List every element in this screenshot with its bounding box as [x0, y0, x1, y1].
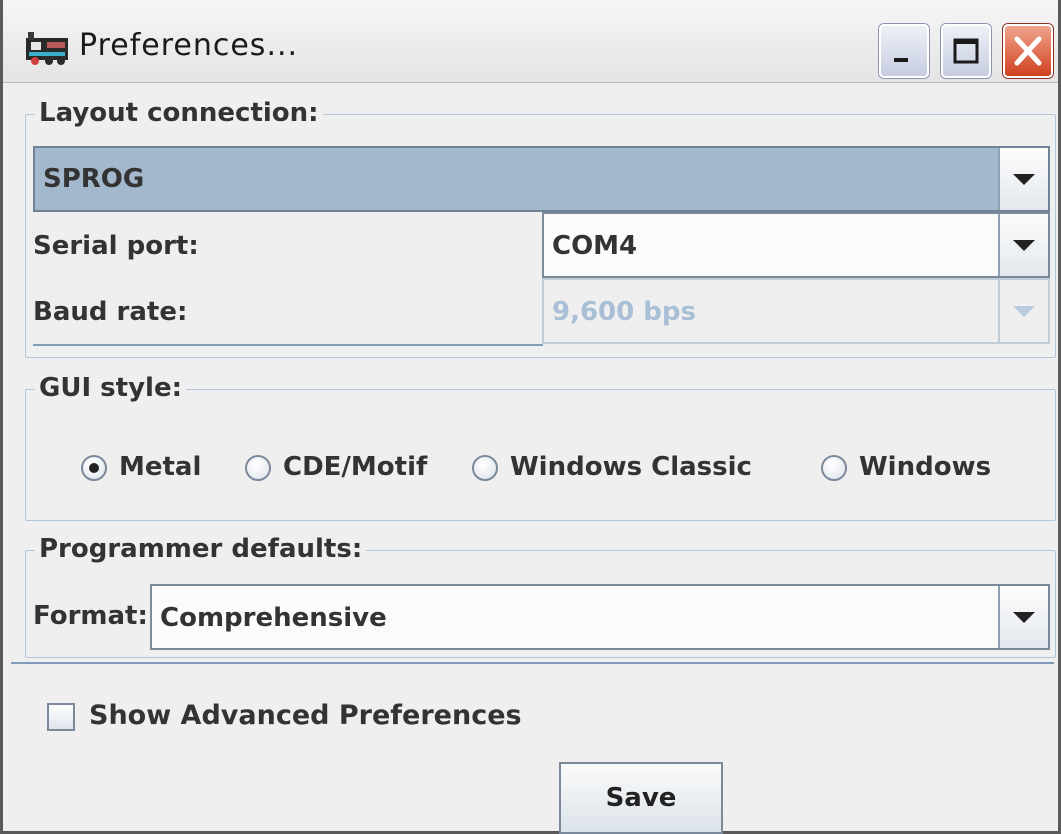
radio-button-icon[interactable] [472, 455, 498, 481]
radio-windows-classic-label: Windows Classic [510, 452, 752, 482]
radio-windows-label: Windows [859, 452, 992, 482]
show-advanced-checkbox[interactable] [47, 703, 75, 731]
section-divider [11, 662, 1054, 664]
minimize-icon [894, 58, 908, 62]
serial-port-select[interactable]: COM4 [542, 212, 1050, 278]
format-value: Comprehensive [160, 603, 387, 633]
train-app-icon [26, 32, 68, 65]
radio-button-icon[interactable] [81, 455, 107, 481]
connection-type-select[interactable]: SPROG [33, 146, 1050, 212]
title-bar[interactable]: Preferences... [3, 0, 1058, 83]
close-icon [1014, 36, 1042, 66]
connection-type-dropdown-button[interactable] [998, 148, 1048, 210]
connection-separator [33, 344, 543, 346]
chevron-down-icon [1013, 306, 1035, 317]
maximize-icon [953, 38, 979, 64]
radio-cde-motif-label: CDE/Motif [283, 452, 428, 482]
connection-type-value: SPROG [43, 164, 145, 194]
show-advanced-label[interactable]: Show Advanced Preferences [89, 700, 522, 731]
serial-port-dropdown-button[interactable] [998, 214, 1048, 276]
baud-rate-label: Baud rate: [33, 297, 188, 327]
format-label: Format: [33, 601, 148, 631]
programmer-defaults-legend: Programmer defaults: [35, 534, 367, 564]
baud-rate-select: 9,600 bps [542, 278, 1050, 344]
baud-rate-dropdown-button [998, 280, 1048, 342]
format-select[interactable]: Comprehensive [150, 584, 1050, 650]
save-button[interactable]: Save [559, 762, 723, 834]
chevron-down-icon [1013, 612, 1035, 623]
gui-style-legend: GUI style: [35, 373, 186, 403]
radio-button-icon[interactable] [821, 455, 847, 481]
baud-rate-value: 9,600 bps [552, 297, 696, 327]
window-title: Preferences... [79, 28, 299, 63]
serial-port-value: COM4 [552, 231, 638, 261]
radio-button-icon[interactable] [245, 455, 271, 481]
close-button[interactable] [1003, 24, 1053, 78]
chevron-down-icon [1013, 174, 1035, 185]
maximize-button[interactable] [941, 24, 991, 78]
format-dropdown-button[interactable] [998, 586, 1048, 648]
radio-metal-label: Metal [119, 452, 202, 482]
serial-port-label: Serial port: [33, 231, 199, 261]
chevron-down-icon [1013, 240, 1035, 251]
preferences-window: Preferences... Layout connection: SPROG … [0, 0, 1061, 834]
minimize-button[interactable] [879, 24, 929, 78]
layout-connection-legend: Layout connection: [35, 98, 323, 128]
